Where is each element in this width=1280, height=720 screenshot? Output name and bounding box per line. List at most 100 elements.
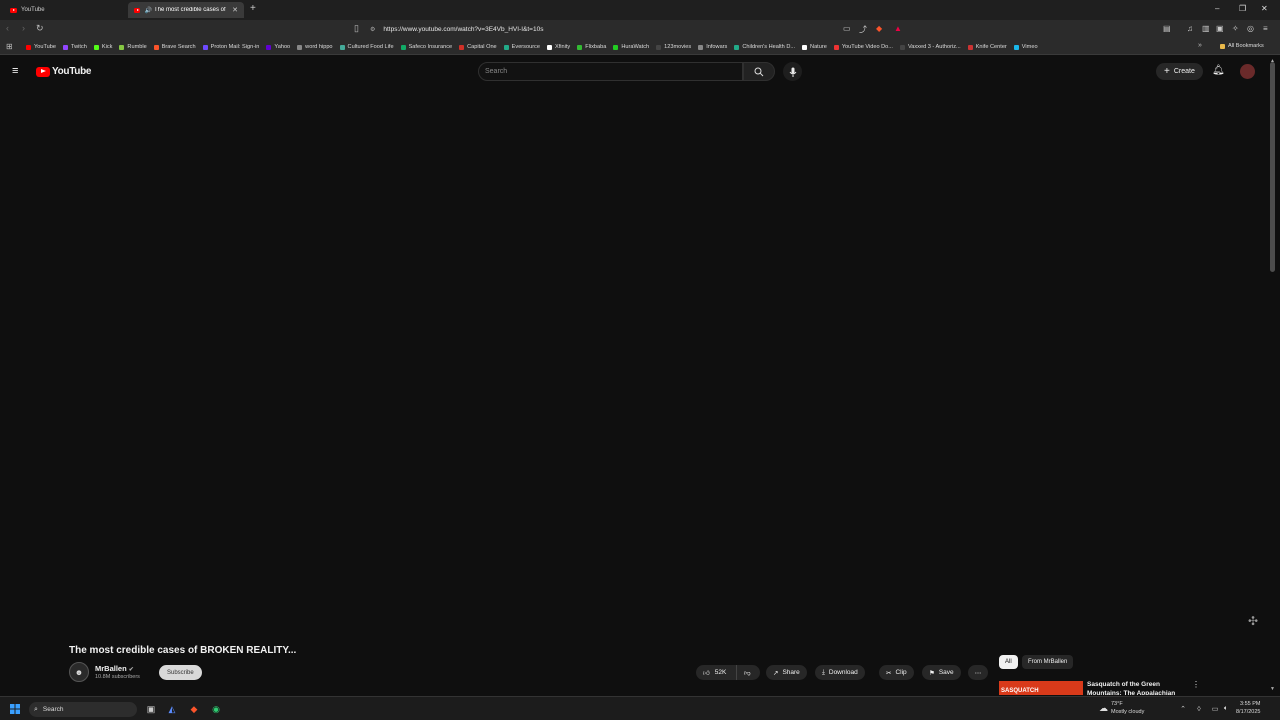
bookmark-item[interactable]: word hippo [297,44,333,50]
download-button[interactable]: ⤓ Download [815,665,865,680]
voice-search-button[interactable] [783,62,802,81]
recommendation-title[interactable]: Sasquatch of the Green Mountains: The Ap… [1087,680,1187,695]
back-button[interactable]: ‹ [6,23,9,33]
brave-browser-icon[interactable]: ◆ [187,702,201,716]
reload-button[interactable]: ↻ [36,23,44,34]
recommendation-thumbnail[interactable]: SASQUATCH [999,681,1083,695]
notifications-bell-icon[interactable]: 🔔︎ [1212,65,1225,76]
bookmark-item[interactable]: Twitch [62,44,87,50]
bookmark-favicon-icon [503,44,509,50]
extensions-icon[interactable]: ✧ [1232,24,1239,33]
windows-start-icon[interactable] [8,702,22,716]
bookmark-item[interactable]: Knife Center [967,44,1007,50]
bookmark-label: HuraWatch [621,44,650,50]
like-button[interactable]: 👍︎ 52K [696,665,736,680]
recommendation-menu-icon[interactable]: ⋮ [1192,680,1200,689]
chip-from-channel[interactable]: From MrBallen [1022,655,1074,669]
bookmark-item[interactable]: 123movies [656,44,691,50]
share-page-icon[interactable]: ⤴ [859,24,867,35]
channel-avatar[interactable]: ☻ [69,662,89,682]
volume-icon[interactable]: 🔈︎ [1219,702,1233,716]
channel-name[interactable]: MrBallen ✔ [95,664,134,673]
youtube-favicon-icon [10,7,17,13]
bookmark-icon: ⚑ [929,669,935,677]
search-button[interactable] [743,62,775,81]
bookmark-item[interactable]: Rumble [119,44,147,50]
chip-all[interactable]: All [999,655,1018,669]
system-clock[interactable]: 3:55 PM 8/17/2025 [1236,700,1260,716]
apps-grid-icon[interactable]: ⊞ [6,42,13,51]
bookmark-item[interactable]: Safeco Insurance [400,44,452,50]
brave-rewards-icon[interactable]: ▲ [894,24,902,33]
bookmark-page-icon[interactable]: ▯ [354,23,359,34]
tray-overflow-icon[interactable]: ⌃ [1176,702,1190,716]
reading-list-icon[interactable]: ▥ [1202,24,1210,33]
tab-close-icon[interactable]: ✕ [232,6,238,14]
subscribe-button[interactable]: Subscribe [159,665,202,680]
bookmark-item[interactable]: Kick [93,44,112,50]
cloudy-weather-icon: ☁ [1099,703,1108,713]
restore-button[interactable]: ❐ [1239,4,1246,13]
pip-icon[interactable]: ▭ [843,24,851,33]
scrollbar-thumb[interactable] [1270,62,1275,272]
channel-watermark-icon[interactable]: ✣ [1243,614,1263,634]
bookmark-item[interactable]: YouTube [26,44,56,50]
dislike-button[interactable]: 👎︎ [736,665,760,680]
create-button[interactable]: + Create [1156,63,1203,80]
bookmark-item[interactable]: Flixbaba [577,44,606,50]
close-window-button[interactable]: ✕ [1261,4,1268,13]
taskbar-app-icon[interactable]: ◭ [165,702,179,716]
bookmark-item[interactable]: Yahoo [266,44,290,50]
scroll-up-icon[interactable]: ▲ [1270,58,1275,64]
bookmark-item[interactable]: Children's Health D... [734,44,795,50]
tab-label: The most credible cases of B [153,7,227,13]
save-button[interactable]: ⚑ Save [922,665,961,680]
bookmark-item[interactable]: Vimeo [1013,44,1038,50]
tray-app-icon[interactable]: ◊ [1192,702,1206,716]
browser-tab-strip: YouTube 🔊 The most credible cases of B ✕… [0,0,1280,20]
tab-video[interactable]: 🔊 The most credible cases of B ✕ [128,2,244,18]
bookmark-label: Yahoo [274,44,291,50]
site-info-icon[interactable]: ⚙ [370,26,375,33]
search-input[interactable]: Search [478,62,743,81]
video-player[interactable]: ✣ [0,88,1268,638]
task-view-icon[interactable]: ▣ [144,702,158,716]
more-bookmarks-icon[interactable]: » [1198,42,1202,49]
url-text: https://www.youtube.com/watch?v=3E4Vb_HV… [383,26,544,33]
spotify-icon[interactable]: ◉ [209,702,223,716]
bookmark-item[interactable]: Infowars [698,44,727,50]
bookmark-item[interactable]: Proton Mail: Sign-in [202,44,259,50]
new-tab-button[interactable]: + [250,3,256,14]
tab-youtube[interactable]: YouTube [4,2,124,18]
bookmark-item[interactable]: Cultured Food Life [339,44,394,50]
weather-widget[interactable]: ☁ 73°F Mostly cloudy [1099,700,1144,716]
brave-shields-icon[interactable]: ◆ [876,24,882,33]
bookmark-item[interactable]: Brave Search [153,44,196,50]
bookmark-item[interactable]: HuraWatch [613,44,649,50]
wallet-icon[interactable]: ▣ [1216,24,1224,33]
sidebar-toggle-icon[interactable]: ▤ [1163,24,1171,33]
bookmark-item[interactable]: Nature [802,44,827,50]
address-bar[interactable]: ⚙ https://www.youtube.com/watch?v=3E4Vb_… [370,22,910,37]
all-bookmarks-folder[interactable]: All Bookmarks [1220,43,1264,49]
account-avatar[interactable] [1240,64,1255,79]
scroll-down-icon[interactable]: ▼ [1270,686,1275,692]
bookmark-item[interactable]: Eversource [503,44,540,50]
clip-label: Clip [895,669,907,676]
guide-menu-icon[interactable]: ≡ [12,65,18,77]
bookmark-item[interactable]: Xfinity [546,44,570,50]
bookmark-item[interactable]: Capital One [459,44,497,50]
bookmark-item[interactable]: Vaxxed 3 - Authoriz... [899,44,961,50]
media-icon[interactable]: ♫ [1187,24,1193,33]
youtube-logo[interactable]: YouTube [36,66,92,77]
forward-button[interactable]: › [22,23,25,33]
minimize-button[interactable]: – [1215,4,1219,13]
share-button[interactable]: ↗ Share [766,665,807,680]
windows-taskbar: ⌕ Search ▣ ◭ ◆ ◉ ☁ 73°F Mostly cloudy ⌃ … [0,696,1280,720]
menu-icon[interactable]: ≡ [1263,24,1268,33]
clip-button[interactable]: ✂ Clip [879,665,914,680]
vpn-icon[interactable]: ◎ [1247,24,1254,33]
bookmark-item[interactable]: YouTube Video Do... [833,44,893,50]
more-actions-button[interactable]: ⋯ [968,665,988,680]
taskbar-search[interactable]: ⌕ Search [29,702,137,717]
